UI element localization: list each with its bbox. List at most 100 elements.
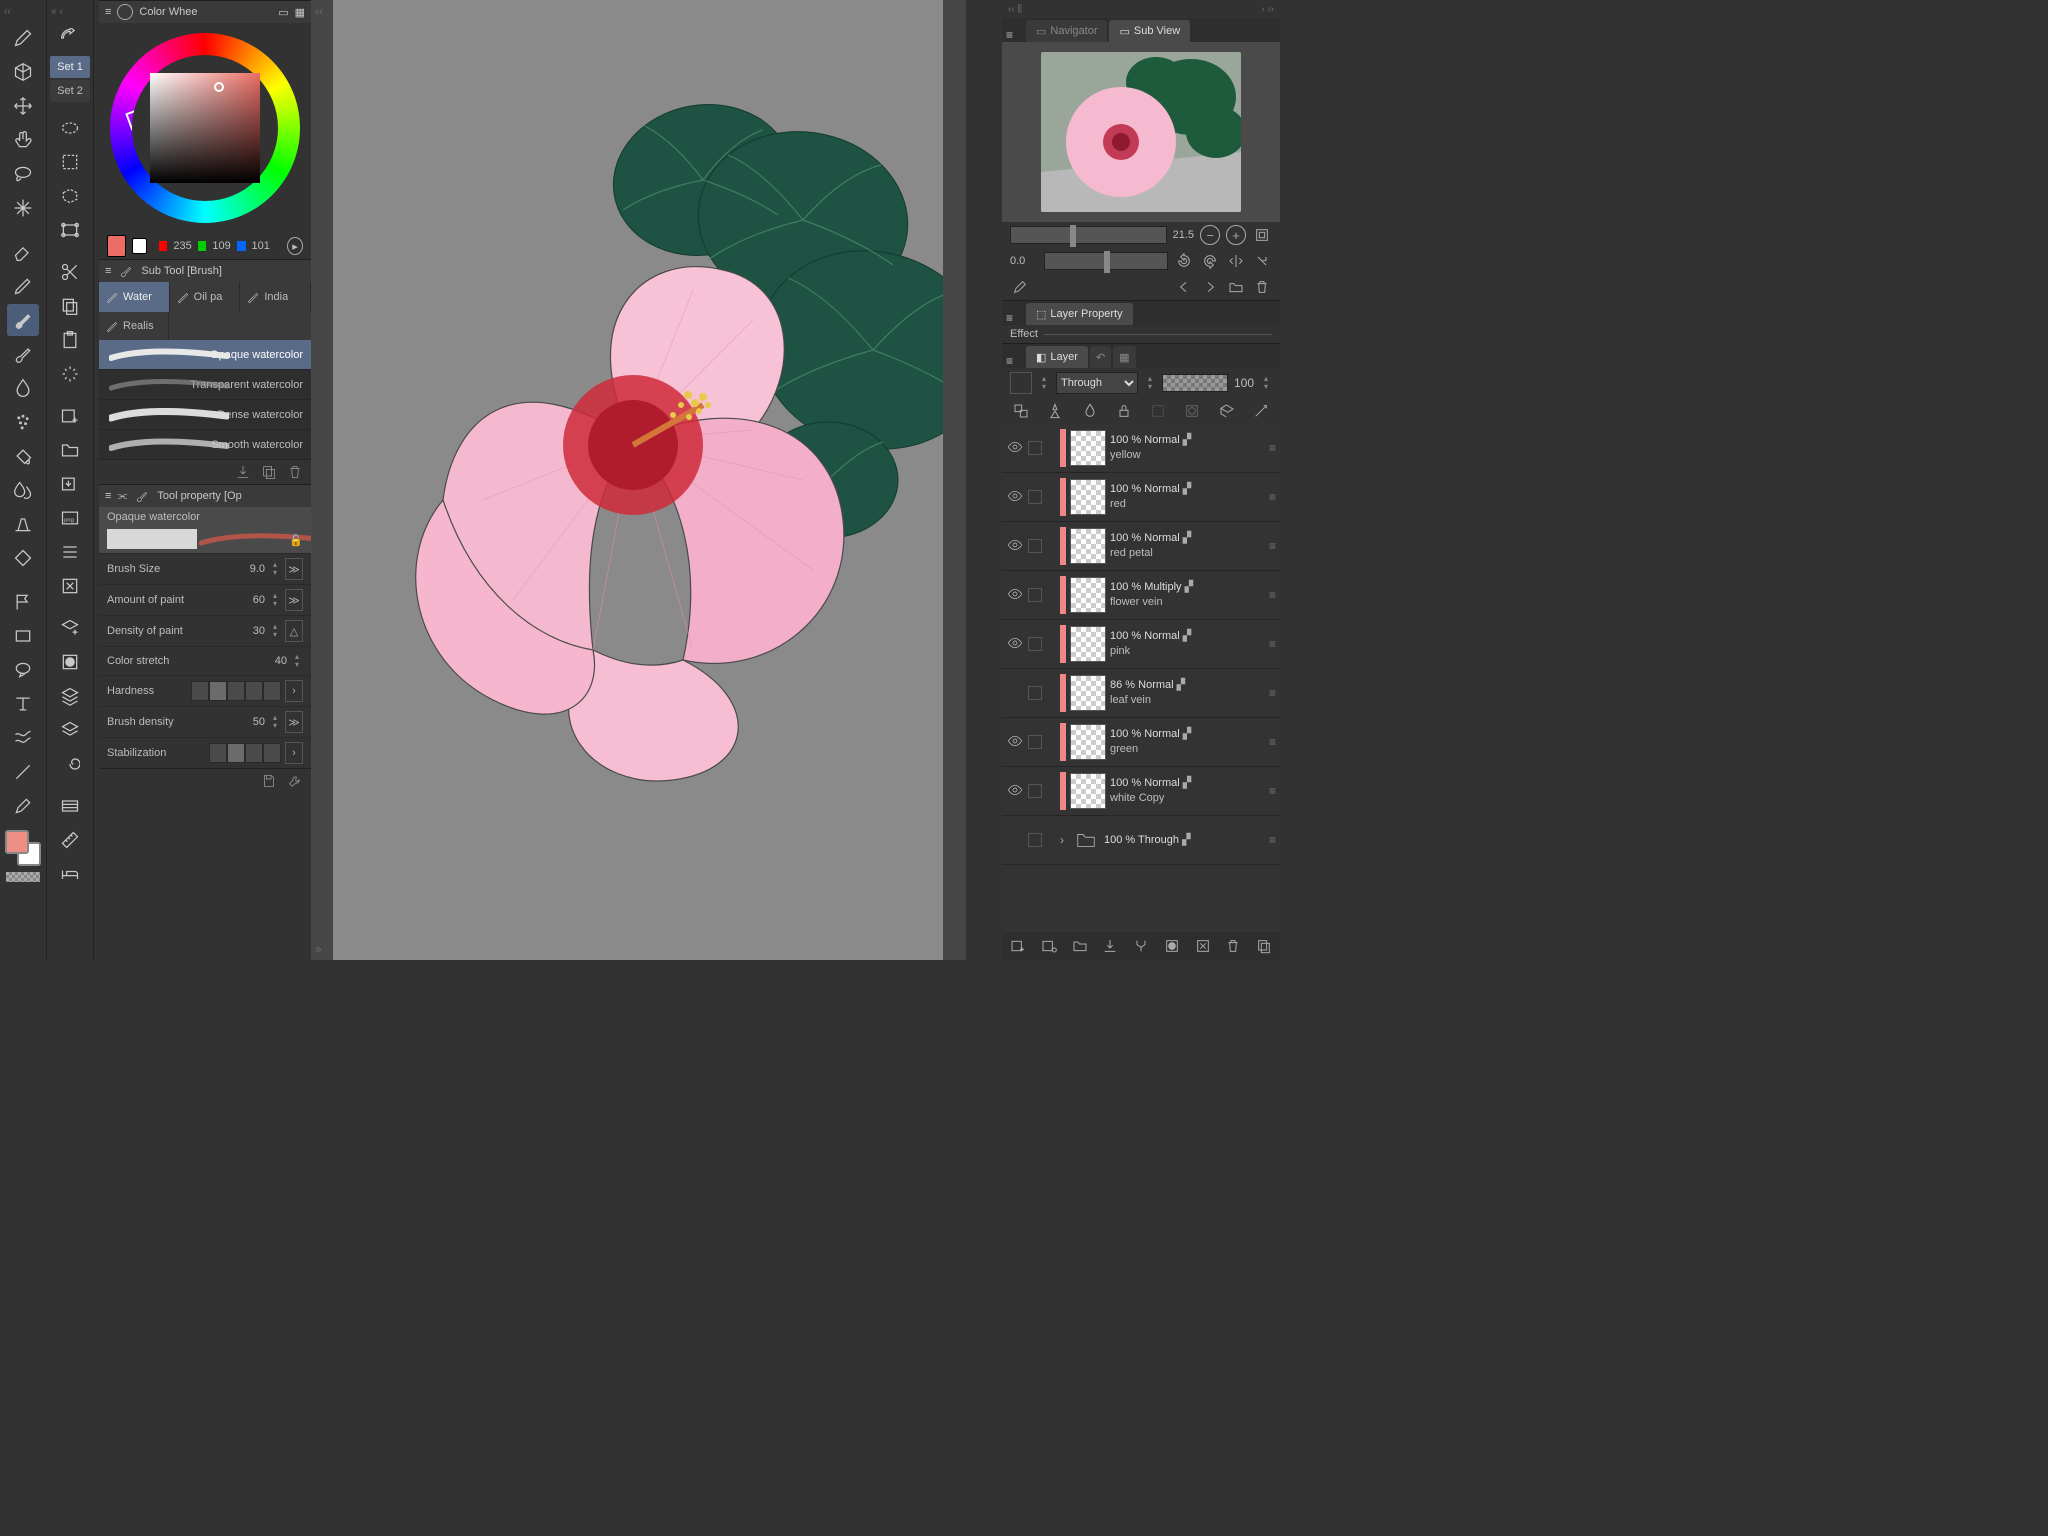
visibility-icon[interactable]: [1006, 635, 1024, 654]
new-layer-icon[interactable]: [54, 400, 86, 432]
transparent-swatch[interactable]: [6, 872, 40, 882]
layer-menu-icon[interactable]: ≡: [1269, 539, 1276, 553]
brush-cursor-icon[interactable]: [7, 22, 39, 54]
airbrush-icon[interactable]: [7, 338, 39, 370]
brush-opaque[interactable]: Opaque watercolor: [99, 340, 311, 370]
prev-color-swatch[interactable]: [132, 238, 146, 254]
layer-check[interactable]: [1028, 490, 1042, 504]
blend-mode-select[interactable]: Through: [1056, 372, 1138, 394]
next-icon[interactable]: [1200, 277, 1220, 297]
menu-icon[interactable]: [54, 536, 86, 568]
history-icon[interactable]: ↶: [1090, 346, 1111, 368]
diamond-icon[interactable]: [7, 542, 39, 574]
commit-icon[interactable]: [1100, 936, 1120, 956]
canvas-expand-icon[interactable]: »: [315, 942, 322, 956]
text-icon[interactable]: [7, 688, 39, 720]
layer-check[interactable]: [1028, 686, 1042, 700]
bucket-icon[interactable]: [7, 440, 39, 472]
opacity-spin[interactable]: ▴▾: [1260, 373, 1272, 393]
clipboard-icon[interactable]: [54, 324, 86, 356]
refresh-icon[interactable]: [54, 22, 86, 54]
layer-tab[interactable]: ◧Layer: [1026, 346, 1088, 368]
link-icon[interactable]: ⫘: [117, 490, 127, 503]
tab-navigator[interactable]: ▭Navigator: [1026, 20, 1107, 42]
subtool-tab-realistic[interactable]: Realis: [99, 312, 169, 340]
mask-icon[interactable]: [54, 646, 86, 678]
subtool-tab-water[interactable]: Water: [99, 282, 170, 312]
zoom-out-icon[interactable]: −: [1200, 225, 1220, 245]
menu-icon[interactable]: ≡: [1006, 354, 1013, 368]
layer-row[interactable]: 100 % Normal ▞green≡: [1002, 718, 1280, 767]
brush-tool-icon[interactable]: [7, 304, 39, 336]
zoom-slider[interactable]: [1010, 226, 1167, 244]
opacity-slider[interactable]: [1162, 374, 1228, 392]
sparkle-icon[interactable]: [7, 192, 39, 224]
import-icon[interactable]: [54, 468, 86, 500]
wrench-icon[interactable]: [287, 773, 303, 789]
prop-stabilization[interactable]: Stabilization ›: [99, 737, 311, 768]
layer-row[interactable]: 100 % Normal ▞pink≡: [1002, 620, 1280, 669]
subtool-tab-oil[interactable]: Oil pa: [170, 282, 241, 312]
eyedrop-ref-icon[interactable]: [1010, 277, 1030, 297]
pen-icon[interactable]: [7, 270, 39, 302]
visibility-icon[interactable]: [1006, 586, 1024, 605]
layer-menu-icon[interactable]: ≡: [1269, 735, 1276, 749]
anim-icon[interactable]: ▦: [1113, 346, 1135, 368]
merge-icon[interactable]: [1131, 936, 1151, 956]
folder-icon[interactable]: [54, 434, 86, 466]
menu-icon[interactable]: ≡: [1006, 28, 1013, 42]
layer-menu-icon[interactable]: ≡: [1269, 686, 1276, 700]
spiral-icon[interactable]: [54, 748, 86, 780]
layer-menu-icon[interactable]: ≡: [1269, 441, 1276, 455]
layer-menu-icon[interactable]: ≡: [1269, 588, 1276, 602]
download-icon[interactable]: [235, 464, 251, 480]
smudge-icon[interactable]: [7, 372, 39, 404]
cube-icon[interactable]: [7, 56, 39, 88]
ref-layer-icon[interactable]: [1044, 400, 1066, 422]
canvas-collapse-icon[interactable]: ‹‹: [315, 4, 323, 18]
new-vector-icon[interactable]: [1039, 936, 1059, 956]
lock-icon[interactable]: [1113, 400, 1135, 422]
layer-check[interactable]: [1028, 735, 1042, 749]
spray-icon[interactable]: [7, 406, 39, 438]
rotation-slider[interactable]: [1044, 252, 1168, 270]
flag-icon[interactable]: [7, 586, 39, 618]
balloon-icon[interactable]: [7, 654, 39, 686]
menu-icon[interactable]: ≡: [105, 265, 111, 277]
sliders-icon[interactable]: ▭: [278, 6, 288, 19]
prop-brush-size[interactable]: Brush Size 9.0▴▾≫: [99, 553, 311, 584]
guides-icon[interactable]: [54, 790, 86, 822]
ruler-layer-icon[interactable]: [1216, 400, 1238, 422]
copy-icon[interactable]: [54, 290, 86, 322]
move-icon[interactable]: [7, 90, 39, 122]
lock-trans-icon[interactable]: [1147, 400, 1169, 422]
canvas[interactable]: [333, 0, 943, 960]
chip-spin[interactable]: ▴▾: [1038, 373, 1050, 393]
prop-amount[interactable]: Amount of paint 60▴▾≫: [99, 584, 311, 615]
hand-icon[interactable]: [7, 124, 39, 156]
flip-h-icon[interactable]: [1226, 251, 1246, 271]
fit-icon[interactable]: [1252, 225, 1272, 245]
ruler-icon[interactable]: [54, 824, 86, 856]
prop-density[interactable]: Density of paint 30▴▾△: [99, 615, 311, 646]
fg-bg-swatch[interactable]: [5, 830, 41, 866]
prop-stretch[interactable]: Color stretch 40▴▾: [99, 646, 311, 675]
brush-transparent[interactable]: Transparent watercolor: [99, 370, 311, 400]
clear-icon[interactable]: [54, 570, 86, 602]
blend-spin[interactable]: ▴▾: [1144, 373, 1156, 393]
layer-row[interactable]: 100 % Normal ▞red petal≡: [1002, 522, 1280, 571]
prev-icon[interactable]: [1174, 277, 1194, 297]
rotate-cw-icon[interactable]: [1200, 251, 1220, 271]
layers-icon[interactable]: [54, 680, 86, 712]
mask-enable-icon[interactable]: [1181, 400, 1203, 422]
save-icon[interactable]: [261, 773, 277, 789]
layer-check[interactable]: [1028, 784, 1042, 798]
visibility-icon[interactable]: [1006, 439, 1024, 458]
menu-icon[interactable]: ≡: [105, 6, 111, 18]
trash-icon[interactable]: [287, 464, 303, 480]
scissors-icon[interactable]: [54, 256, 86, 288]
ellipse-select-icon[interactable]: [54, 112, 86, 144]
layer-menu-icon[interactable]: ≡: [1269, 490, 1276, 504]
visibility-icon[interactable]: [1006, 488, 1024, 507]
visibility-icon[interactable]: [1006, 537, 1024, 556]
